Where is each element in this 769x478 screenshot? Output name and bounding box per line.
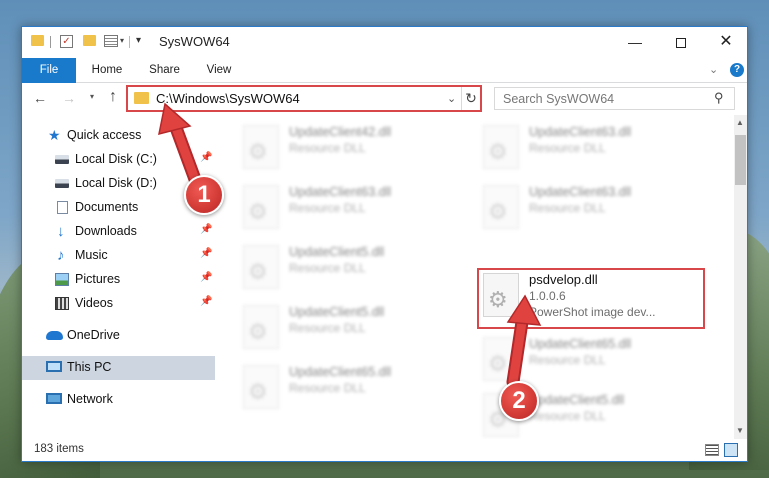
- arrow-2: [506, 294, 542, 389]
- annotation-badge-1: 1: [184, 175, 224, 215]
- annotation-arrows: [158, 102, 542, 389]
- annotation-badge-2: 2: [499, 381, 539, 421]
- arrow-1: [158, 102, 203, 189]
